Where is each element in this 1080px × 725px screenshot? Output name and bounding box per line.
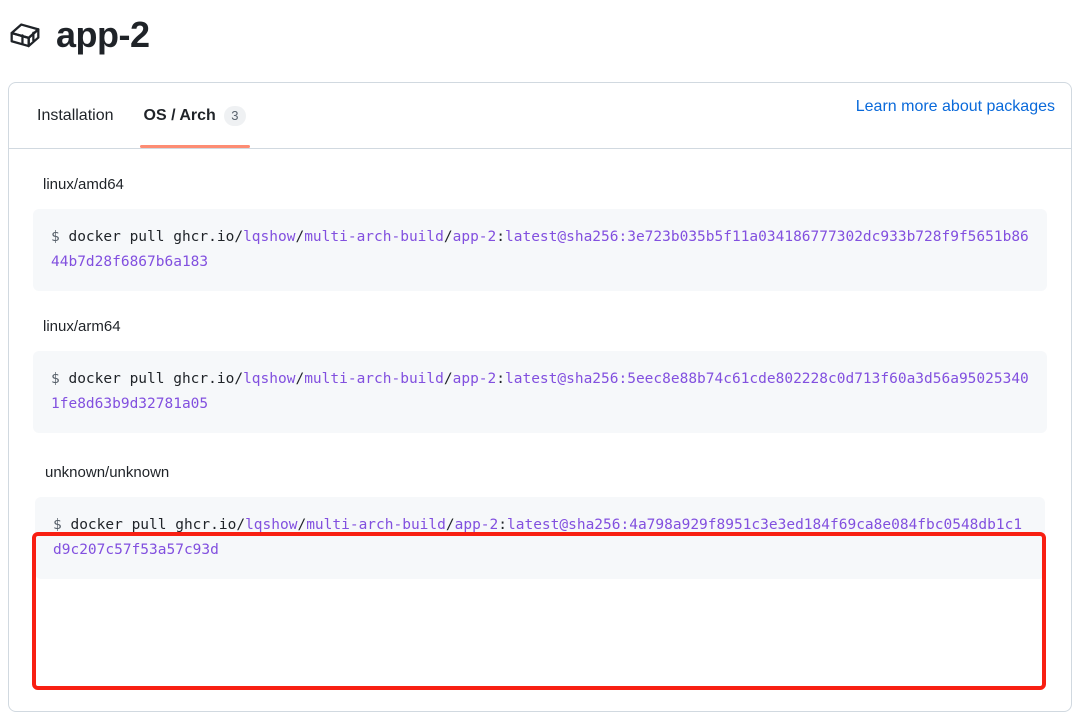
tab-bar: Installation OS / Arch 3 Learn more abou… <box>9 83 1071 149</box>
tag-separator: : <box>496 371 505 387</box>
os-arch-card: Installation OS / Arch 3 Learn more abou… <box>8 82 1072 712</box>
tab-os-arch[interactable]: OS / Arch 3 <box>132 83 258 148</box>
tab-installation[interactable]: Installation <box>25 83 126 148</box>
arch-label: linux/amd64 <box>43 176 124 193</box>
path-separator: / <box>295 371 305 387</box>
repository-name: multi-arch-build <box>304 371 444 387</box>
arch-label: unknown/unknown <box>45 464 170 481</box>
image-name: app-2 <box>452 371 497 387</box>
tab-list: Installation OS / Arch 3 <box>25 83 258 148</box>
registry-owner: lqshow <box>243 229 296 245</box>
arch-variant-linux-arm64: linux/arm64 $ docker pull ghcr.io/lqshow… <box>33 313 1047 433</box>
registry-owner: lqshow <box>245 517 298 533</box>
os-arch-list: linux/amd64 $ docker pull ghcr.io/lqshow… <box>9 149 1071 595</box>
arch-variant-unknown-unknown: unknown/unknown $ docker pull ghcr.io/lq… <box>33 455 1047 585</box>
package-header: app-2 <box>0 0 1080 62</box>
image-name: app-2 <box>454 517 499 533</box>
learn-more-about-packages-link[interactable]: Learn more about packages <box>856 98 1055 116</box>
package-os-arch-page: app-2 Installation OS / Arch 3 Learn mor… <box>0 0 1080 725</box>
arch-label: linux/arm64 <box>43 318 121 335</box>
tab-os-arch-counter: 3 <box>223 105 246 126</box>
tag-separator: : <box>498 517 507 533</box>
tab-os-arch-label: OS / Arch <box>143 106 216 124</box>
repository-name: multi-arch-build <box>304 229 444 245</box>
active-tab-underline <box>139 145 250 148</box>
command-text: docker pull ghcr.io/ <box>59 371 244 387</box>
path-separator: / <box>443 229 453 245</box>
shell-prompt: $ <box>51 371 60 387</box>
command-text: docker pull ghcr.io/ <box>61 517 246 533</box>
shell-prompt: $ <box>51 229 60 245</box>
registry-owner: lqshow <box>243 371 296 387</box>
shell-prompt: $ <box>53 517 62 533</box>
page-title: app-2 <box>56 14 150 55</box>
docker-pull-command[interactable]: $ docker pull ghcr.io/lqshow/multi-arch-… <box>33 351 1047 433</box>
package-box-icon <box>8 20 42 54</box>
repository-name: multi-arch-build <box>306 517 446 533</box>
tag-separator: : <box>496 229 505 245</box>
path-separator: / <box>295 229 305 245</box>
path-separator: / <box>297 517 307 533</box>
arch-variant-linux-amd64: linux/amd64 $ docker pull ghcr.io/lqshow… <box>33 171 1047 291</box>
tab-installation-label: Installation <box>37 106 114 124</box>
image-name: app-2 <box>452 229 497 245</box>
path-separator: / <box>445 517 455 533</box>
path-separator: / <box>443 371 453 387</box>
command-text: docker pull ghcr.io/ <box>59 229 244 245</box>
tab-bar-actions: Learn more about packages <box>856 83 1055 131</box>
docker-pull-command[interactable]: $ docker pull ghcr.io/lqshow/multi-arch-… <box>33 209 1047 291</box>
docker-pull-command[interactable]: $ docker pull ghcr.io/lqshow/multi-arch-… <box>35 497 1045 579</box>
